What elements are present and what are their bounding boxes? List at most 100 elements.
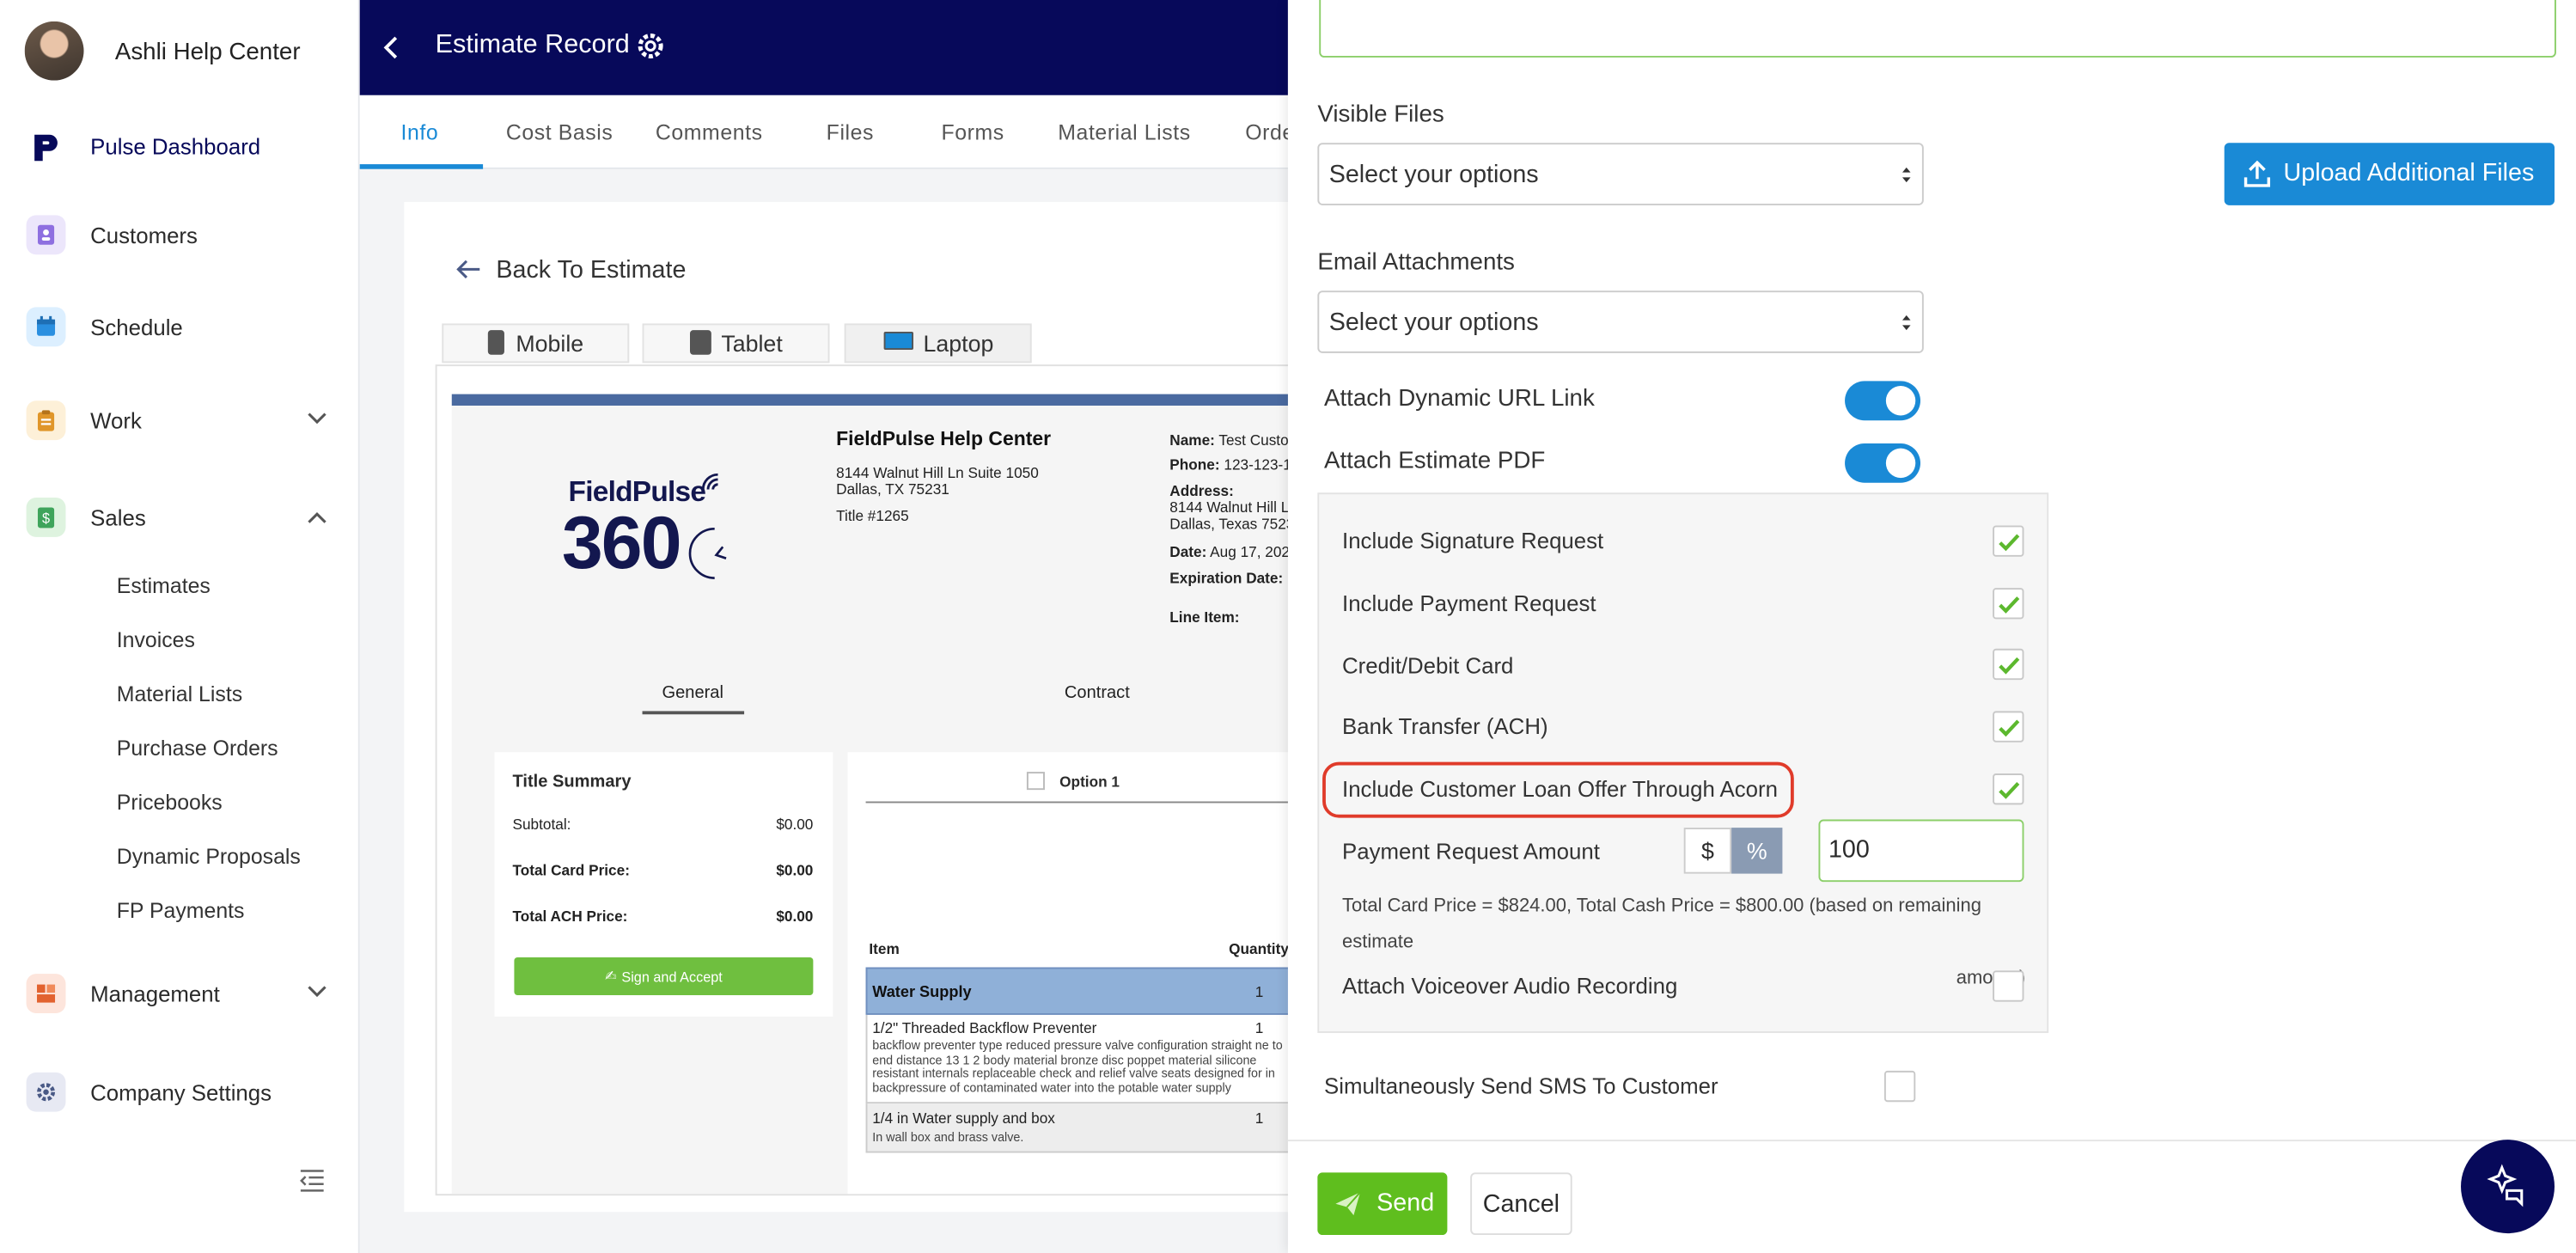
sidebar-subitem-invoices[interactable]: Invoices — [117, 627, 195, 652]
back-to-estimate-label: Back To Estimate — [496, 256, 687, 284]
device-label: Mobile — [516, 330, 584, 357]
sms-checkbox[interactable] — [1883, 1070, 1916, 1103]
chevron-down-icon[interactable] — [308, 413, 327, 425]
visible-files-label: Visible Files — [1317, 101, 1444, 129]
sidebar-subitem-purchase-orders[interactable]: Purchase Orders — [117, 736, 278, 761]
ach-price-key: Total ACH Price: — [512, 908, 628, 925]
option-checkbox[interactable] — [1026, 772, 1045, 791]
chevron-down-icon[interactable] — [308, 986, 327, 999]
pulse-logo-icon — [27, 128, 66, 168]
send-label: Send — [1377, 1189, 1435, 1217]
loan-offer-checkbox[interactable] — [1993, 773, 2024, 805]
estimate-date: Date: Aug 17, 202 — [1169, 543, 1290, 560]
checkmark-icon — [1999, 719, 2020, 737]
line-item-key: Line Item: — [1169, 608, 1240, 626]
option-divider — [865, 801, 1305, 804]
sidebar-item-label: Sales — [90, 505, 146, 531]
device-label: Tablet — [721, 330, 783, 357]
tab-material-lists[interactable]: Material Lists — [1058, 119, 1190, 144]
pdf-options-box: Include Signature Request Include Paymen… — [1317, 492, 2049, 1033]
sidebar-item-pulse-dashboard[interactable]: Pulse Dashboard — [23, 128, 335, 168]
sidebar-subitem-dynamic-proposals[interactable]: Dynamic Proposals — [117, 844, 301, 869]
account-name[interactable]: Ashli Help Center — [115, 40, 301, 66]
visible-files-select[interactable]: Select your options — [1317, 143, 1924, 205]
customer-phone: Phone: 123-123-1 — [1169, 456, 1291, 474]
upload-additional-files-button[interactable]: Upload Additional Files — [2224, 143, 2555, 205]
subtab-general[interactable]: General — [662, 683, 723, 703]
paper-plane-icon — [1335, 1191, 1361, 1216]
collapse-sidebar-icon[interactable] — [299, 1170, 326, 1193]
tab-comments[interactable]: Comments — [656, 119, 763, 144]
avatar[interactable] — [24, 21, 84, 81]
customer-name: Name: Test Custo — [1169, 431, 1289, 449]
group-name: Water Supply — [872, 983, 972, 1002]
attach-url-toggle[interactable] — [1845, 381, 1921, 421]
tab-cost-basis[interactable]: Cost Basis — [506, 119, 613, 144]
settings-gear-icon[interactable] — [634, 29, 667, 62]
signal-icon — [701, 473, 718, 490]
device-laptop-button[interactable]: Laptop — [844, 323, 1032, 364]
credit-debit-checkbox[interactable] — [1993, 648, 2024, 681]
svg-text:$: $ — [42, 511, 50, 527]
sidebar-item-customers[interactable]: Customers — [23, 215, 335, 255]
email-attachments-select[interactable]: Select your options — [1317, 290, 1924, 353]
cancel-button[interactable]: Cancel — [1470, 1172, 1572, 1235]
group-qty: 1 — [1254, 983, 1264, 1000]
send-estimate-panel: Visible Files Select your options Upload… — [1287, 0, 2576, 1253]
sidebar-item-schedule[interactable]: Schedule — [23, 307, 335, 347]
attach-pdf-toggle[interactable] — [1845, 443, 1921, 483]
company-name: FieldPulse Help Center — [836, 426, 1052, 450]
tab-files[interactable]: Files — [827, 119, 874, 144]
include-payment-checkbox[interactable] — [1993, 588, 2024, 620]
visible-files-value: Select your options — [1328, 160, 1539, 188]
checkmark-icon — [1999, 534, 2020, 552]
bank-transfer-checkbox[interactable] — [1993, 711, 2024, 743]
sidebar-item-management[interactable]: Management — [23, 974, 335, 1014]
checkmark-icon — [1999, 657, 2020, 675]
col-item: Item — [869, 940, 900, 958]
gear-icon — [26, 1072, 66, 1112]
refresh-arc-icon — [688, 527, 727, 579]
back-arrow-icon[interactable] — [382, 34, 399, 61]
sidebar-subitem-pricebooks[interactable]: Pricebooks — [117, 790, 223, 815]
signature-icon: ✍ — [604, 967, 617, 984]
row-item-qty: 1 — [1254, 1109, 1264, 1127]
include-signature-checkbox[interactable] — [1993, 525, 2024, 557]
top-bar: Estimate Record — [359, 0, 1288, 95]
expiration-date: Expiration Date: — [1169, 570, 1284, 587]
page-title: Estimate Record — [435, 31, 630, 59]
device-tablet-button[interactable]: Tablet — [642, 323, 830, 364]
payment-amount-input[interactable]: 100 — [1818, 819, 2024, 883]
sidebar-subitem-fp-payments[interactable]: FP Payments — [117, 898, 245, 923]
tablet-icon — [689, 330, 711, 355]
chevron-up-icon[interactable] — [308, 510, 327, 523]
voiceover-label: Attach Voiceover Audio Recording — [1342, 974, 1678, 999]
sidebar-item-sales[interactable]: $ Sales — [23, 498, 335, 537]
tab-info[interactable]: Info — [401, 119, 439, 144]
sidebar-item-label: Work — [90, 408, 142, 434]
sign-and-accept-label: Sign and Accept — [621, 968, 723, 985]
company-address-line1: 8144 Walnut Hill Ln Suite 1050 — [836, 464, 1039, 481]
subtotal-key: Subtotal: — [512, 816, 571, 833]
sidebar-item-work[interactable]: Work — [23, 400, 335, 441]
card-price-key: Total Card Price: — [512, 862, 630, 879]
table-group-row: Water Supply 1 — [865, 967, 1305, 1015]
dollar-toggle-button[interactable]: $ — [1683, 828, 1732, 874]
calendar-icon — [26, 307, 66, 347]
attach-pdf-label: Attach Estimate PDF — [1323, 448, 1546, 475]
subtab-contract[interactable]: Contract — [1065, 683, 1130, 703]
voiceover-checkbox[interactable] — [1993, 970, 2024, 1002]
send-button[interactable]: Send — [1317, 1172, 1448, 1235]
sidebar-item-company-settings[interactable]: Company Settings — [23, 1072, 335, 1112]
sidebar-subitem-estimates[interactable]: Estimates — [117, 573, 211, 598]
percent-toggle-button[interactable]: % — [1731, 828, 1783, 874]
sidebar-subitem-material-lists[interactable]: Material Lists — [117, 682, 242, 706]
row-item-name: 1/2" Threaded Backflow Preventer — [872, 1019, 1097, 1036]
sign-and-accept-button[interactable]: ✍ Sign and Accept — [514, 957, 814, 996]
address-key: Address: — [1169, 482, 1234, 499]
tab-forms[interactable]: Forms — [942, 119, 1004, 144]
assistant-fab-button[interactable] — [2461, 1140, 2555, 1234]
device-mobile-button[interactable]: Mobile — [442, 323, 630, 364]
message-textarea[interactable] — [1319, 0, 2556, 58]
clipboard-icon — [26, 400, 66, 441]
